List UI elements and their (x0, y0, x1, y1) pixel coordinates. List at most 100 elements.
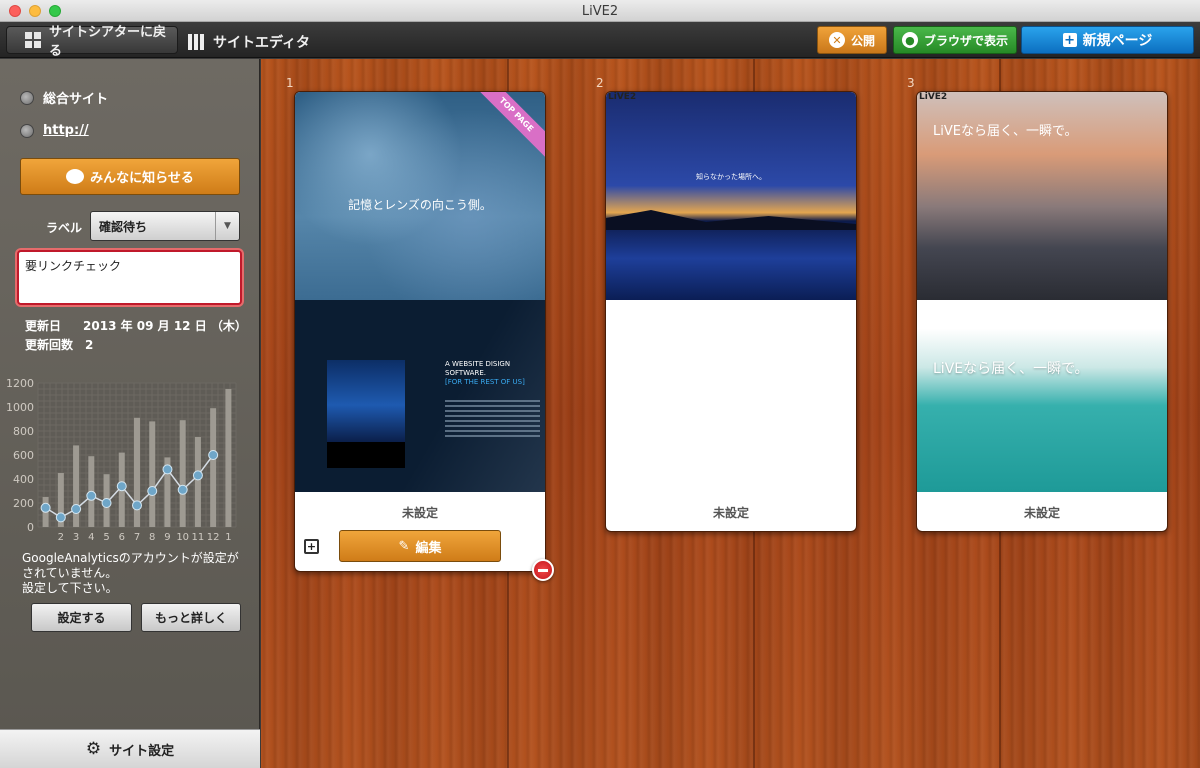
grid-icon (25, 32, 41, 48)
back-button-label: サイトシアターに戻る (49, 25, 167, 59)
updated-value: 2013 年 09 月 12 日 （木） (83, 319, 247, 333)
globe-icon (20, 90, 34, 105)
back-to-site-theater-button[interactable]: サイトシアターに戻る (6, 25, 178, 59)
page-number: 1 (286, 76, 294, 90)
chart-x-tick: 3 (73, 532, 79, 543)
toolbar: サイトシアターに戻る サイトエディタ ✕ 公開 ● ブラウザで表示 + 新規ペー… (0, 22, 1200, 59)
page-status: 未設定 (401, 506, 438, 520)
site-url-link[interactable]: http:// (43, 123, 89, 138)
page-number: 3 (907, 76, 915, 90)
chart-y-tick: 800 (13, 425, 34, 438)
sidebar: 総合サイト http:// みんなに知らせる ラベル 確認待ち ▼ 要リンクチェ… (0, 59, 260, 768)
chart-bar (149, 421, 156, 527)
chart-point (192, 470, 203, 481)
remove-page-button[interactable] (532, 559, 554, 581)
edit-label: 編集 (415, 540, 442, 556)
edit-icon: ✎ (398, 538, 410, 554)
chart-y-tick: 200 (13, 497, 34, 510)
notify-everyone-button[interactable]: みんなに知らせる (20, 158, 240, 195)
chart-bar (179, 420, 186, 527)
publish-icon: ✕ (828, 32, 845, 48)
chart-bar (194, 437, 201, 527)
label-caption: ラベル (46, 221, 83, 235)
revisions-value: 2 (85, 338, 94, 352)
thumbnail-heading: 知らなかった場所へ。 (696, 173, 766, 181)
thumbnail-logo: LiVE2 (919, 92, 948, 102)
site-settings-label: サイト設定 (109, 743, 175, 759)
learn-more-button[interactable]: もっと詳しく (141, 603, 241, 632)
updated-label: 更新日 (25, 319, 62, 333)
plus-icon: + (1062, 32, 1077, 48)
chart-x-tick: 12 (207, 532, 220, 543)
site-editor-label: サイトエディタ (188, 32, 310, 52)
analytics-chart: 1200 1000 800 600 400 200 0 2 3 4 5 6 7 8 9 10 11 12 1 (6, 379, 237, 543)
new-page-label: 新規ページ (1082, 33, 1153, 49)
page-status: 未設定 (1023, 506, 1060, 520)
page-number: 2 (596, 76, 604, 90)
gear-icon: ⚙ (85, 739, 102, 759)
thumbnail-heading: LiVEなら届く、一瞬で。 (933, 124, 1078, 139)
chart-y-tick: 1000 (6, 401, 34, 414)
chart-y-tick: 600 (13, 449, 34, 462)
revisions-label: 更新回数 (25, 338, 74, 352)
new-page-button[interactable]: + 新規ページ (1021, 26, 1194, 54)
chart-x-tick: 8 (149, 532, 155, 543)
chart-y-tick: 400 (13, 473, 34, 486)
thumbnail-subcaption: [FOR THE REST OF US] (445, 378, 525, 386)
window-title: LiVE2 (581, 4, 619, 19)
site-name: 総合サイト (43, 92, 109, 107)
chart-point (147, 486, 158, 496)
chart-point (177, 484, 188, 495)
revisions-row: 更新回数 2 (25, 336, 93, 353)
browser-label: ブラウザで表示 (923, 33, 1008, 48)
ga-note: GoogleAnalyticsのアカウントが設定がされていません。 設定して下さ… (22, 551, 239, 595)
thumbnail-logo: LiVE2 (608, 92, 637, 102)
globe-icon (20, 123, 34, 138)
chart-y-tick: 1200 (6, 379, 34, 390)
title-bar: LiVE2 (0, 0, 1200, 22)
chart-x-tick: 9 (164, 532, 170, 543)
editor-title: サイトエディタ (213, 35, 311, 51)
chart-x-tick: 4 (88, 532, 94, 543)
columns-icon (188, 34, 204, 50)
chart-x-tick: 10 (176, 532, 189, 543)
notify-label: みんなに知らせる (90, 171, 194, 186)
chart-bar (210, 408, 217, 527)
duplicate-icon[interactable]: + (304, 539, 319, 554)
thumbnail-photo (327, 360, 405, 442)
page-card-3[interactable]: LiVEなら届く、一瞬で。 LiVEなら届く、一瞬で。 LiVE2 未設定 (916, 91, 1168, 532)
thumbnail-heading: 記憶とレンズの向こう側。 (348, 198, 492, 212)
site-url-row: http:// (20, 123, 89, 138)
edit-page-button[interactable]: ✎ 編集 (339, 530, 501, 562)
chart-point (132, 500, 142, 511)
page-status: 未設定 (712, 506, 749, 520)
configure-button[interactable]: 設定する (31, 603, 132, 632)
chart-x-tick: 6 (119, 532, 125, 543)
page-card-2[interactable]: 知らなかった場所へ。 LiVE2 未設定 (605, 91, 857, 532)
thumbnail-caption: A WEBSITE DISIGN SOFTWARE. (445, 360, 511, 377)
thumbnail-heading-2: LiVEなら届く、一瞬で。 (933, 361, 1089, 377)
chart-point (55, 512, 66, 523)
label-select-value: 確認待ち (99, 219, 148, 234)
chart-x-tick: 11 (192, 532, 205, 543)
chart-bar (73, 445, 80, 527)
chart-point (86, 490, 97, 501)
chart-point (101, 498, 112, 508)
chart-point (40, 502, 51, 513)
publish-label: 公開 (850, 33, 875, 48)
chevron-down-icon: ▼ (215, 212, 239, 240)
chart-x-tick: 1 (225, 532, 231, 543)
site-name-row: 総合サイト (20, 88, 108, 107)
page-thumbnail: LiVEなら届く、一瞬で。 (917, 92, 1167, 300)
chart-bar (225, 389, 232, 527)
label-select[interactable]: 確認待ち ▼ (90, 211, 240, 241)
page-thumbnail: 記憶とレンズの向こう側。 (295, 92, 545, 300)
chart-y-tick: 0 (27, 521, 34, 534)
page-thumbnail: 知らなかった場所へ。 (606, 92, 856, 300)
memo-textarea[interactable]: 要リンクチェック (17, 250, 242, 305)
publish-button[interactable]: ✕ 公開 (817, 26, 887, 54)
site-settings-button[interactable]: ⚙ サイト設定 (0, 729, 260, 768)
chart-x-tick: 5 (103, 532, 109, 543)
page-card-1[interactable]: 記憶とレンズの向こう側。 A WEBSITE DISIGN SOFTWARE. … (294, 91, 546, 572)
view-in-browser-button[interactable]: ● ブラウザで表示 (893, 26, 1017, 54)
